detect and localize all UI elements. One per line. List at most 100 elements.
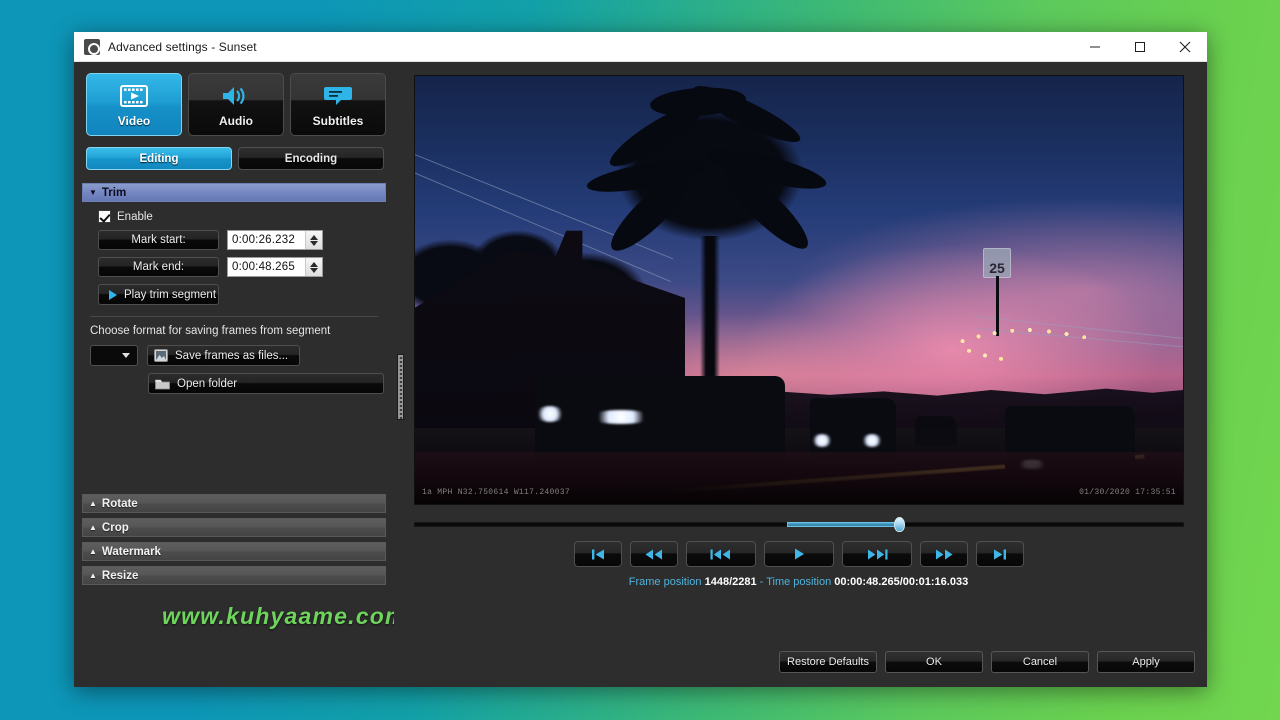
trim-group-header[interactable]: ▼ Trim — [82, 183, 386, 202]
previous-frame-button[interactable] — [685, 541, 756, 567]
tab-subtitles-label: Subtitles — [312, 114, 364, 128]
transport-controls — [408, 541, 1195, 567]
window-title: Advanced settings - Sunset — [108, 39, 257, 54]
section-resize[interactable]: ▲ Resize — [82, 566, 386, 585]
frame-position-value: 1448/2281 — [704, 576, 757, 588]
seek-bar[interactable] — [414, 513, 1184, 535]
play-button[interactable] — [763, 541, 834, 567]
settings-sidebar: Video Audio Subtitles Editing Encoding ▼… — [74, 62, 405, 687]
chevron-down-icon — [122, 353, 130, 358]
maximize-icon[interactable] — [1117, 32, 1162, 62]
gps-overlay-text: 1a MPH N32.750614 W117.240037 — [422, 488, 570, 497]
speaker-icon — [221, 81, 251, 111]
advanced-settings-window: Advanced settings - Sunset Video Audio S… — [74, 32, 1207, 687]
folder-icon — [155, 377, 170, 390]
minimize-icon[interactable] — [1072, 32, 1117, 62]
headlight-glow — [861, 434, 883, 447]
mark-end-value[interactable]: 0:00:48.265 — [228, 261, 305, 273]
trim-group-body: Enable Mark start: 0:00:26.232 Mark end:… — [82, 202, 386, 394]
tab-subtitles[interactable]: Subtitles — [290, 73, 386, 136]
play-triangle-icon — [109, 289, 117, 300]
tab-audio[interactable]: Audio — [188, 73, 284, 136]
tab-editing[interactable]: Editing — [86, 147, 232, 170]
chevron-up-icon: ▲ — [89, 522, 97, 532]
section-rotate-label: Rotate — [101, 497, 138, 510]
go-to-start-button[interactable] — [573, 541, 622, 567]
open-folder-label: Open folder — [177, 377, 238, 390]
dialog-footer: Restore Defaults OK Cancel Apply — [779, 651, 1195, 673]
apply-button[interactable]: Apply — [1097, 651, 1195, 673]
trim-group-label: Trim — [101, 186, 127, 199]
save-image-icon — [154, 349, 168, 362]
collapsed-sections: ▲ Rotate ▲ Crop ▲ Watermark ▲ Resize — [82, 494, 386, 585]
cancel-button[interactable]: Cancel — [991, 651, 1089, 673]
title-bar: Advanced settings - Sunset — [74, 32, 1207, 62]
tab-encoding[interactable]: Encoding — [238, 147, 384, 170]
mark-end-spin-arrows[interactable] — [305, 258, 322, 276]
string-lights — [953, 326, 1113, 366]
frame-position-label: Frame position — [628, 576, 702, 588]
frame-format-dropdown[interactable] — [90, 345, 138, 366]
seek-handle[interactable] — [894, 517, 906, 532]
restore-defaults-button[interactable]: Restore Defaults — [779, 651, 877, 673]
trim-enable-row[interactable]: Enable — [98, 210, 384, 223]
ok-button[interactable]: OK — [885, 651, 983, 673]
vehicle-oncoming — [810, 398, 896, 460]
section-resize-label: Resize — [101, 569, 139, 582]
video-preview[interactable]: 25 1a MPH N32.750614 W117.240037 01/30/2… — [414, 75, 1184, 505]
mark-start-button[interactable]: Mark start: — [98, 230, 219, 250]
section-watermark[interactable]: ▲ Watermark — [82, 542, 386, 561]
sub-tab-group: Editing Encoding — [86, 147, 386, 170]
playback-status: Frame position 1448/2281 - Time position… — [408, 576, 1195, 588]
section-rotate[interactable]: ▲ Rotate — [82, 494, 386, 513]
go-to-end-button[interactable] — [975, 541, 1024, 567]
chevron-up-icon: ▲ — [89, 546, 97, 556]
mark-start-value[interactable]: 0:00:26.232 — [228, 234, 305, 246]
save-frames-as-files-label: Save frames as files... — [175, 349, 289, 362]
fast-forward-button[interactable] — [919, 541, 968, 567]
format-row: Save frames as files... — [90, 345, 384, 366]
tab-video-label: Video — [117, 114, 151, 128]
chevron-up-icon: ▲ — [89, 570, 97, 580]
window-controls — [1072, 32, 1207, 62]
seek-trim-range[interactable] — [787, 522, 900, 527]
trim-enable-checkbox[interactable] — [98, 210, 111, 223]
time-position-value: 00:00:48.265/00:01:16.033 — [834, 576, 969, 588]
next-frame-button[interactable] — [841, 541, 912, 567]
play-trim-segment-button[interactable]: Play trim segment — [98, 284, 219, 305]
section-crop[interactable]: ▲ Crop — [82, 518, 386, 537]
timestamp-overlay-text: 01/30/2020 17:35:51 — [1079, 488, 1176, 497]
save-frames-as-files-button[interactable]: Save frames as files... — [147, 345, 301, 366]
subtitle-bubble-icon — [323, 81, 353, 111]
status-separator: - — [759, 576, 764, 588]
play-trim-segment-label: Play trim segment — [124, 288, 217, 301]
close-icon[interactable] — [1162, 32, 1207, 62]
film-strip-icon — [120, 81, 148, 111]
headlight-glow — [811, 434, 833, 447]
time-position-label: Time position — [766, 576, 832, 588]
site-watermark: www.kuhyaame.com — [162, 603, 407, 629]
rewind-button[interactable] — [629, 541, 678, 567]
mark-start-stepper[interactable]: 0:00:26.232 — [227, 230, 323, 250]
vehicle-distant — [915, 416, 957, 446]
section-watermark-label: Watermark — [101, 545, 161, 558]
format-hint-label: Choose format for saving frames from seg… — [90, 325, 331, 337]
splitter-grip[interactable] — [397, 354, 404, 420]
chevron-down-icon: ▼ — [89, 187, 97, 197]
palm-frond — [584, 153, 708, 199]
section-divider — [90, 316, 378, 317]
window-body: Video Audio Subtitles Editing Encoding ▼… — [74, 62, 1207, 687]
section-crop-label: Crop — [101, 521, 129, 534]
mark-end-stepper[interactable]: 0:00:48.265 — [227, 257, 323, 277]
desktop-background: Advanced settings - Sunset Video Audio S… — [0, 0, 1280, 720]
tab-audio-label: Audio — [219, 114, 253, 128]
open-folder-button[interactable]: Open folder — [148, 373, 384, 394]
mark-start-spin-arrows[interactable] — [305, 231, 322, 249]
headlight-glow — [590, 410, 652, 424]
panel-splitter[interactable] — [394, 62, 408, 687]
tab-video[interactable]: Video — [86, 73, 182, 136]
app-settings-icon — [84, 38, 100, 55]
speed-limit-sign: 25 — [983, 248, 1011, 278]
mark-start-row: Mark start: 0:00:26.232 — [98, 230, 384, 250]
mark-end-button[interactable]: Mark end: — [98, 257, 219, 277]
